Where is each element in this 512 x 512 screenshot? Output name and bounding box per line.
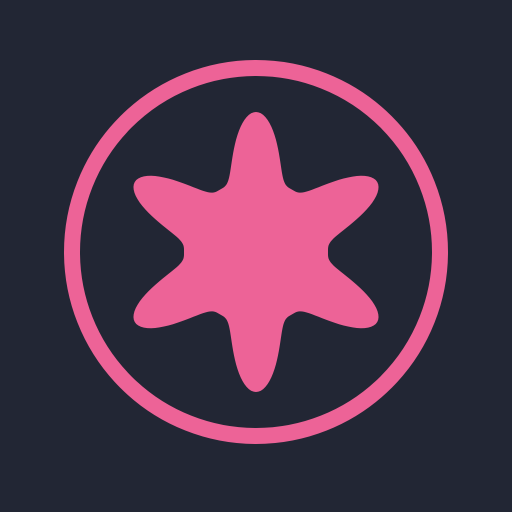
app-icon <box>0 0 512 512</box>
star-badge-icon <box>0 0 512 512</box>
